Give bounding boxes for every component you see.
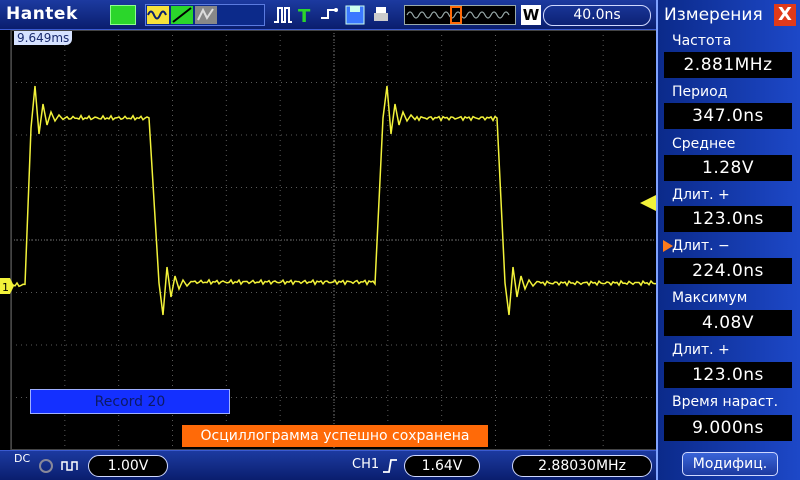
memory-position-bar[interactable] [404,5,516,25]
coupling-label: DC [14,452,31,465]
measurement-value[interactable]: 224.0ns [664,258,792,284]
zoom-window-button[interactable]: W [521,5,541,25]
bandwidth-icon[interactable] [60,458,82,474]
ch1-marker[interactable]: 1 [0,278,14,294]
svg-text:T: T [298,6,311,26]
measurement-label: Длит. + [672,342,730,358]
trigger-t-icon[interactable]: T [296,4,314,26]
waveform-display [10,30,658,450]
measurement-value[interactable]: 4.08V [664,310,792,336]
measurements-panel: Измерения X Частота 2.881MHz Период 347.… [656,0,800,480]
print-icon[interactable] [370,4,392,26]
rising-edge-icon[interactable] [382,458,398,474]
measurement-label: Длит. + [672,187,730,203]
measurement-value[interactable]: 123.0ns [664,362,792,388]
trigger-level-marker[interactable] [640,195,656,211]
volts-per-division[interactable]: 1.00V [88,455,168,477]
save-status-message: Осциллограмма успешно сохранена [182,425,488,447]
brand-logo: Hantek [6,4,78,24]
run-stop-indicator[interactable] [110,5,136,25]
measurement-label: Среднее [672,136,736,152]
measurement-value[interactable]: 123.0ns [664,206,792,232]
probe-icon[interactable] [318,4,340,26]
acquire-mode-group [145,4,265,26]
measurement-label: Частота [672,33,732,49]
measurement-value[interactable]: 1.28V [664,155,792,181]
probe-circle-icon[interactable] [38,458,54,474]
ch1-marker-label: 1 [2,281,9,294]
measurement-value[interactable]: 9.000ns [664,415,792,441]
bottom-toolbar: DC 1.00V CH1 1.64V 2.88030MHz [0,450,656,480]
sine-icon[interactable] [147,6,169,24]
ramp-icon[interactable] [171,6,193,24]
frequency-counter: 2.88030MHz [512,455,652,477]
measurement-label: Время нараст. [672,394,779,410]
timebase-marker: 9.649ms [14,31,73,45]
measurement-value[interactable]: 2.881MHz [664,52,792,78]
trigger-source: CH1 [352,457,380,472]
persist-icon[interactable] [195,6,217,24]
time-per-division[interactable]: 40.0ns [543,5,651,26]
measurement-label: Длит. − [672,238,730,254]
measurement-label: Период [672,84,728,100]
record-indicator: Record 20 [30,389,230,414]
top-toolbar: Hantek T W 40.0ns [0,0,656,30]
save-icon[interactable] [344,4,366,26]
measurement-value[interactable]: 347.0ns [664,103,792,129]
pulse-trigger-icon[interactable] [272,4,294,26]
memory-waveform-icon [406,6,510,24]
measurement-label: Максимум [672,290,748,306]
modify-button[interactable]: Модифиц. [682,452,778,476]
trigger-level[interactable]: 1.64V [404,455,480,477]
scope-grid [10,30,658,450]
close-button[interactable]: X [774,4,796,26]
